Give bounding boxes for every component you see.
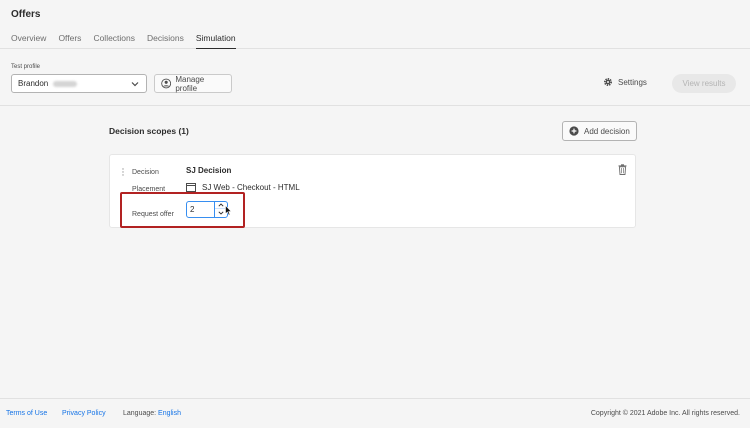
top-header: Offers Overview Offers Collections Decis… bbox=[0, 0, 750, 50]
decision-scopes-title: Decision scopes (1) bbox=[109, 126, 189, 136]
tab-decisions[interactable]: Decisions bbox=[147, 33, 184, 50]
add-decision-button[interactable]: Add decision bbox=[562, 121, 637, 141]
tab-collections[interactable]: Collections bbox=[93, 33, 135, 50]
placement-value: SJ Web - Checkout - HTML bbox=[202, 183, 300, 192]
profile-toolbar: Test profile Brandon Manage profile Sett… bbox=[0, 49, 750, 106]
language-selector: Language: English bbox=[123, 410, 181, 417]
test-profile-label: Test profile bbox=[11, 64, 41, 70]
placement-icon bbox=[186, 183, 196, 192]
manage-profile-button[interactable]: Manage profile bbox=[154, 74, 232, 93]
settings-button[interactable]: Settings bbox=[603, 77, 647, 87]
test-profile-select[interactable]: Brandon bbox=[11, 74, 147, 93]
gear-icon bbox=[603, 77, 613, 87]
tab-simulation[interactable]: Simulation bbox=[195, 33, 236, 50]
copyright-text: Copyright © 2021 Adobe Inc. All rights r… bbox=[590, 410, 740, 417]
settings-label: Settings bbox=[618, 77, 647, 87]
add-circle-icon bbox=[569, 126, 579, 136]
user-circle-icon bbox=[161, 78, 172, 89]
view-results-button[interactable]: View results bbox=[672, 74, 736, 93]
decision-label: Decision bbox=[132, 169, 159, 176]
tab-offers[interactable]: Offers bbox=[58, 33, 81, 50]
terms-of-use-link[interactable]: Terms of Use bbox=[6, 410, 47, 417]
selected-profile-name: Brandon bbox=[18, 79, 49, 88]
tab-overview[interactable]: Overview bbox=[11, 33, 46, 50]
tab-bar: Overview Offers Collections Decisions Si… bbox=[11, 33, 248, 50]
decision-value: SJ Decision bbox=[186, 166, 232, 175]
drag-handle-icon[interactable] bbox=[121, 168, 125, 176]
manage-profile-label: Manage profile bbox=[175, 74, 205, 93]
add-decision-label: Add decision bbox=[584, 126, 630, 136]
language-value-link[interactable]: English bbox=[158, 410, 181, 417]
privacy-policy-link[interactable]: Privacy Policy bbox=[62, 410, 106, 417]
trash-icon[interactable] bbox=[618, 164, 627, 175]
language-label: Language: bbox=[123, 410, 157, 417]
footer: Terms of Use Privacy Policy Language: En… bbox=[0, 398, 750, 428]
page-title: Offers bbox=[11, 9, 41, 20]
mouse-cursor-icon bbox=[225, 205, 232, 216]
chevron-down-icon bbox=[131, 82, 139, 87]
blurred-surname bbox=[53, 80, 78, 87]
